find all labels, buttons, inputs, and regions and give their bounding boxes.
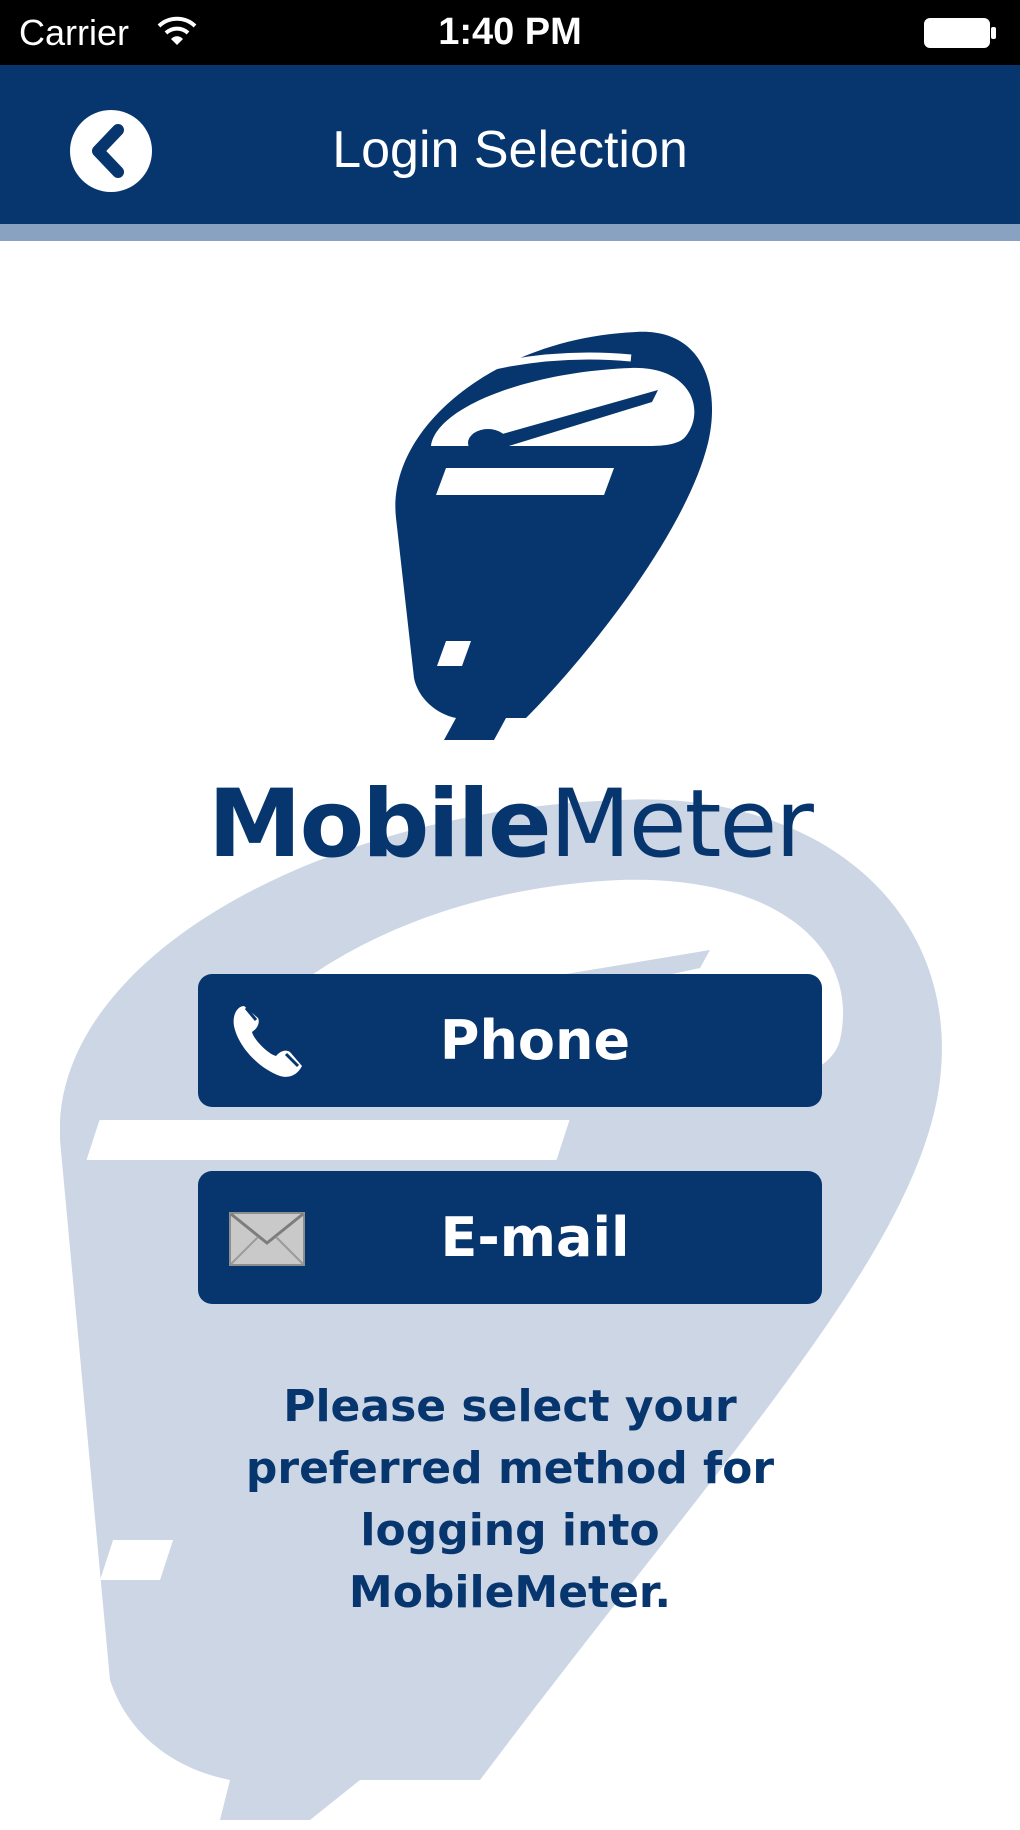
page-title: Login Selection <box>332 121 688 179</box>
email-button-label: E-mail <box>440 1206 630 1269</box>
parking-meter-watermark <box>60 799 942 1820</box>
status-time: 1:40 PM <box>438 11 582 53</box>
status-bar: Carrier 1:40 PM <box>0 0 1020 65</box>
instructions-text: Please select your preferred method for … <box>245 1381 775 1618</box>
phone-login-button[interactable]: Phone <box>198 974 822 1107</box>
wordmark-bold: Mobile <box>208 770 552 879</box>
battery-icon <box>924 18 996 48</box>
wordmark-light: Meter <box>549 770 814 879</box>
nav-divider <box>0 224 1020 241</box>
phone-button-label: Phone <box>439 1009 631 1072</box>
parking-meter-icon <box>395 331 713 740</box>
app-wordmark: MobileMeter <box>0 770 1020 880</box>
email-login-button[interactable]: E-mail <box>198 1171 822 1304</box>
